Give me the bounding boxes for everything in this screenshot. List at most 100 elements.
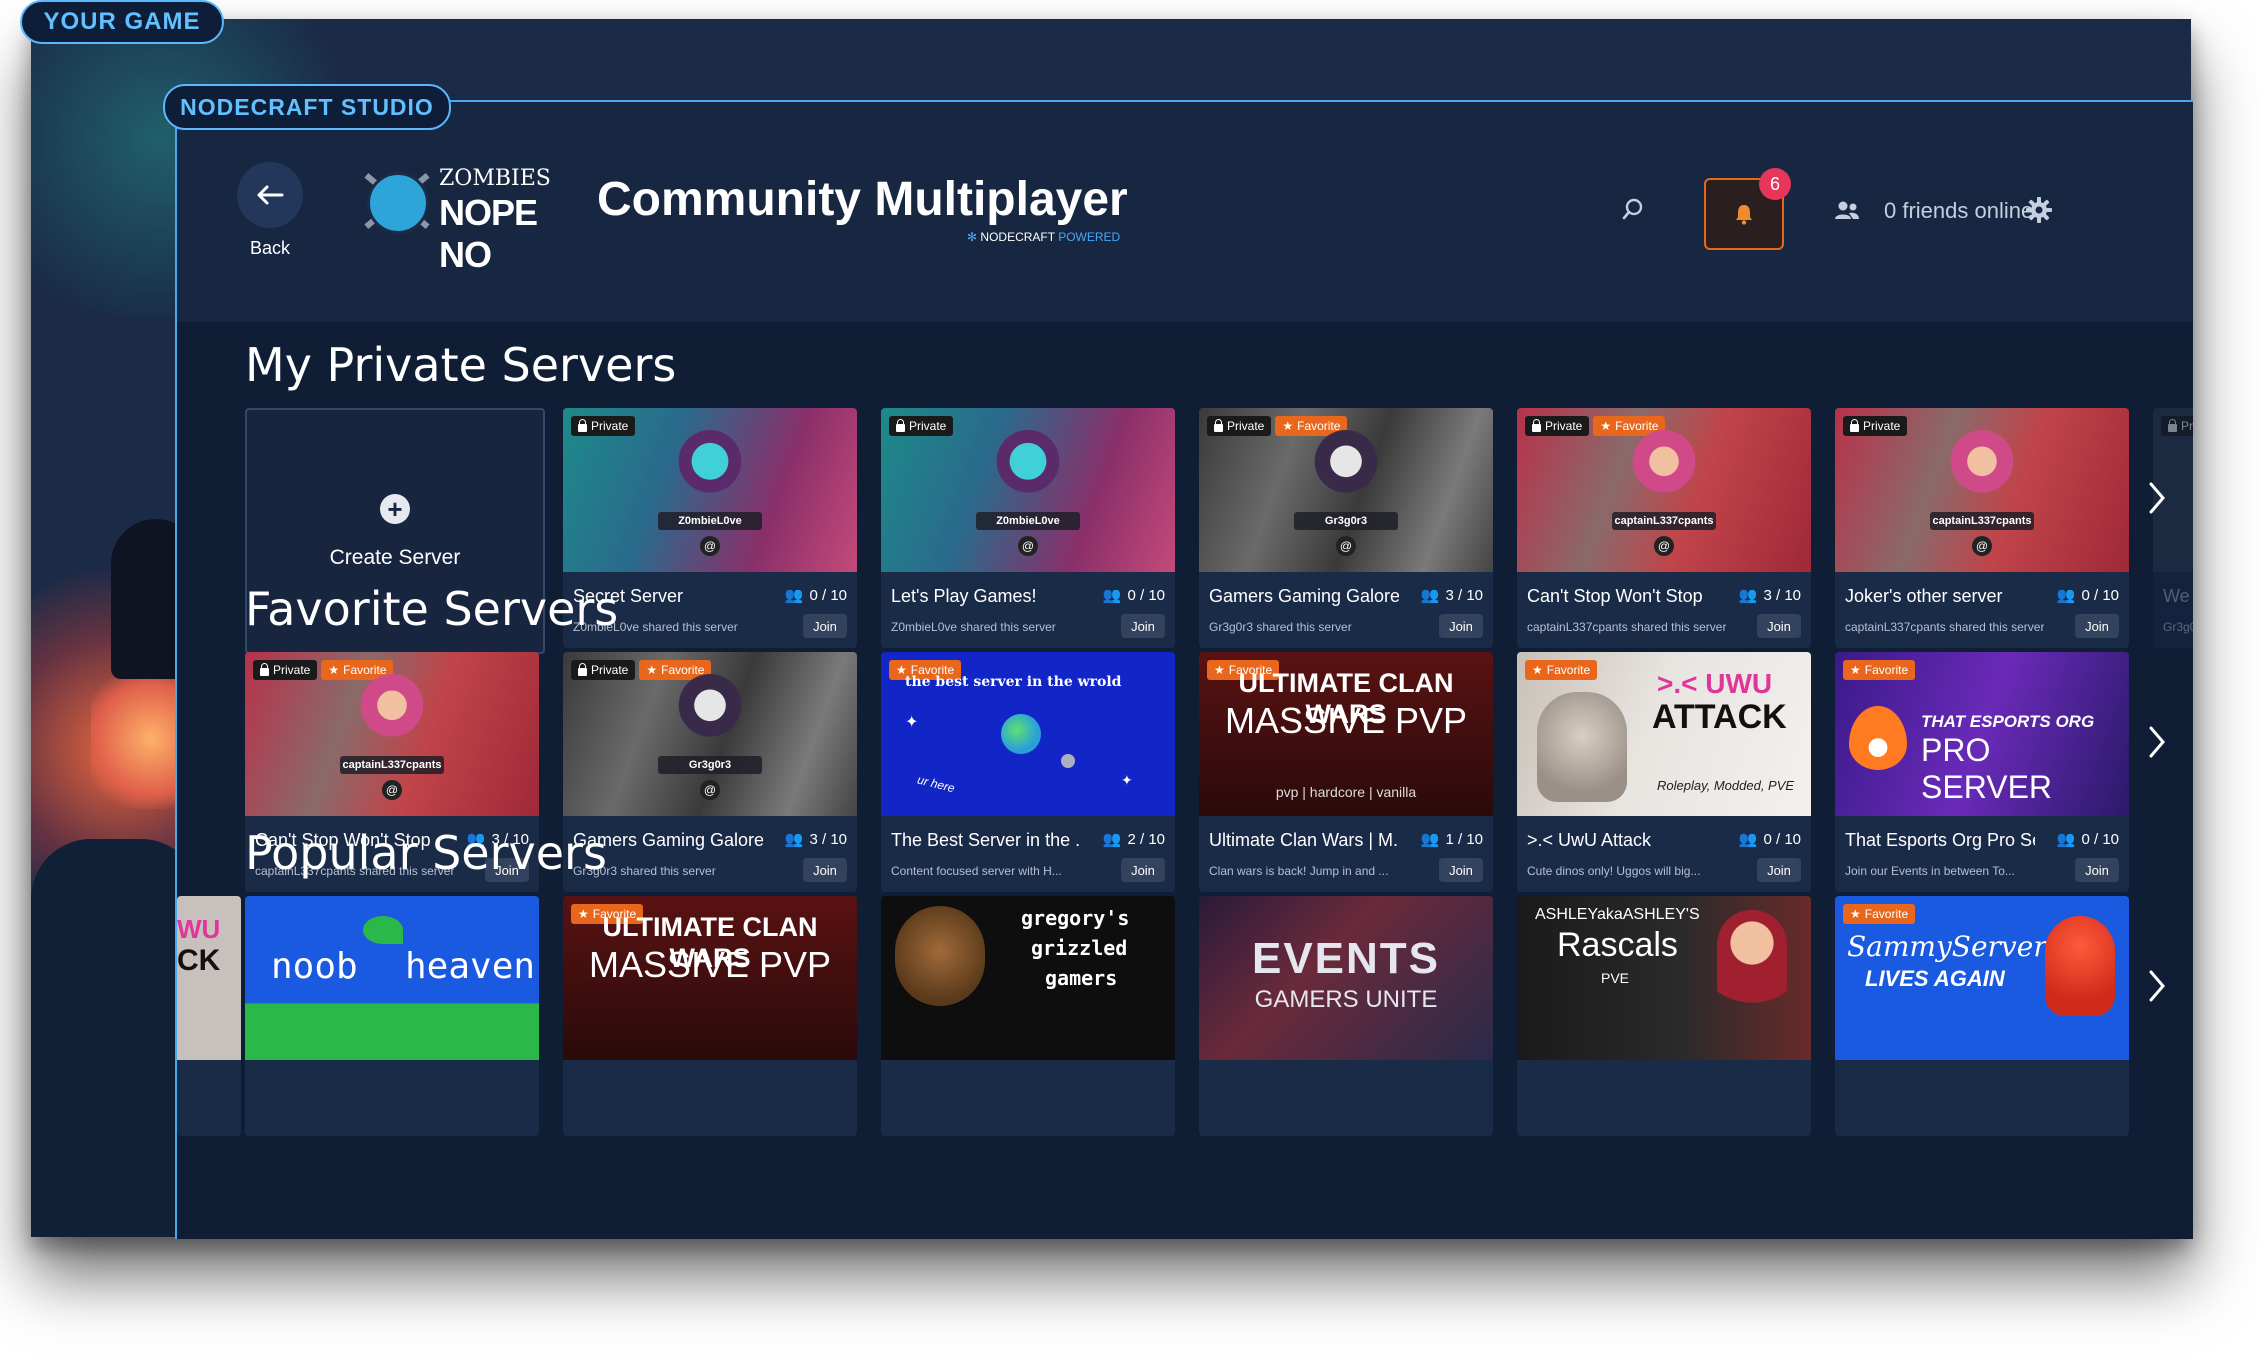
join-button[interactable]: Join: [1121, 858, 1165, 882]
server-card[interactable]: ★ Favorite ULTIMATE CLAN WARS MASSIVE PVP: [563, 896, 857, 1136]
private-label: Private: [1545, 419, 1583, 433]
thumbnail-tags: pvp | hardcore | vanilla: [1275, 784, 1417, 800]
server-name: The Best Server in the ...: [891, 830, 1081, 850]
page-title: Community Multiplayer: [597, 173, 1128, 226]
lock-icon: [260, 662, 269, 676]
server-subtitle: Gr3g0r3 shared this server: [1209, 620, 1352, 634]
join-button[interactable]: Join: [1757, 858, 1801, 882]
section-title-popular: Popular Servers: [245, 826, 607, 880]
server-card[interactable]: ASHLEYakaASHLEY'S Rascals PVE: [1517, 896, 1811, 1136]
join-button[interactable]: Join: [1121, 614, 1165, 638]
badge-row: Priva: [2161, 416, 2193, 436]
sprout-icon: [363, 916, 403, 944]
join-button[interactable]: Join: [1439, 614, 1483, 638]
server-card[interactable]: Private Z0mbieL0ve @ Let's Play Games! 👥…: [881, 408, 1175, 648]
server-card[interactable]: Private ★ Favorite Gr3g0r3 @ Gamers Gamin…: [563, 652, 857, 892]
game-logo[interactable]: ZOMBIES NOPE NO: [357, 162, 567, 275]
server-card[interactable]: gregory's grizzled gamers: [881, 896, 1175, 1136]
join-button[interactable]: Join: [803, 614, 847, 638]
join-button[interactable]: Join: [2075, 858, 2119, 882]
join-button[interactable]: Join: [803, 858, 847, 882]
back-button[interactable]: [237, 162, 303, 228]
chevron-right-icon: [2149, 726, 2165, 758]
player-count: 👥 3 / 10: [1421, 586, 1483, 605]
server-card-partial[interactable]: WU CK: [177, 896, 241, 1136]
badge-row: Private: [889, 416, 954, 436]
server-subtitle: captainL337cpants shared this server: [1527, 620, 1727, 634]
avatar-username: captainL337cpants: [340, 756, 444, 774]
server-card[interactable]: ★ Favorite the best server in the wrold u…: [881, 652, 1175, 892]
player-count-value: 3 / 10: [1763, 586, 1801, 604]
private-label: Private: [273, 663, 311, 677]
star-icon: ★: [1282, 419, 1294, 433]
avatar: [1950, 428, 2014, 502]
avatar: [1632, 428, 1696, 502]
player-count: 👥 0 / 10: [2057, 586, 2119, 605]
server-thumbnail: ★ Favorite the best server in the wrold u…: [881, 652, 1175, 816]
badge-row: ★ Favorite: [1843, 904, 1916, 924]
player-count: 👥 2 / 10: [1103, 830, 1165, 849]
server-name: >.< UwU Attack: [1527, 830, 1652, 850]
avatar: [360, 672, 424, 746]
server-thumbnail: Private ★ Favorite Gr3g0r3 @: [1199, 408, 1493, 572]
server-card[interactable]: ★ Favorite >.< UWU ATTACK Roleplay, Modde…: [1517, 652, 1811, 892]
server-card[interactable]: ★ Favorite SammyServers LIVES AGAIN: [1835, 896, 2129, 1136]
star-icon: ★: [328, 663, 340, 677]
server-thumbnail: Private captainL337cpants @: [1835, 408, 2129, 572]
join-button[interactable]: Join: [2075, 614, 2119, 638]
players-icon: 👥: [1102, 587, 1122, 604]
server-card[interactable]: Private ★ Favorite captainL337cpants @ Ca…: [1517, 408, 1811, 648]
section-title-favorites: Favorite Servers: [245, 582, 619, 636]
server-card[interactable]: Private ★ Favorite Gr3g0r3 @ Gamers Gamin…: [1199, 408, 1493, 648]
server-thumbnail: Private Z0mbieL0ve @: [881, 408, 1175, 572]
server-subtitle: Gr3g0r3: [2163, 620, 2193, 634]
server-subtitle: Content focused server with H...: [891, 864, 1062, 878]
your-game-tag: YOUR GAME: [20, 0, 224, 44]
private-badge: Private: [253, 660, 318, 680]
thumbnail-subtitle: GAMERS UNITE: [1254, 986, 1438, 1013]
scroll-right-button[interactable]: [2137, 712, 2177, 772]
server-card[interactable]: EVENTS GAMERS UNITE: [1199, 896, 1493, 1136]
avatar-username: Gr3g0r3: [658, 756, 762, 774]
player-count: 👥 0 / 10: [1739, 830, 1801, 849]
player-count: 👥 0 / 10: [2057, 830, 2119, 849]
server-subtitle: Z0mbieL0ve shared this server: [891, 620, 1056, 634]
private-badge: Private: [571, 416, 636, 436]
player-count-value: 0 / 10: [2081, 586, 2119, 604]
thumbnail-title: WU: [177, 914, 221, 944]
server-thumbnail: ★ Favorite >.< UWU ATTACK Roleplay, Modde…: [1517, 652, 1811, 816]
server-subtitle: captainL337cpants shared this server: [1845, 620, 2045, 634]
gear-icon[interactable]: [2025, 196, 2053, 224]
server-card[interactable]: ★ Favorite ULTIMATE CLAN WARS MASSIVE PVP…: [1199, 652, 1493, 892]
friends-online-status[interactable]: 0 friends online: [1884, 198, 2033, 224]
join-button[interactable]: Join: [1757, 614, 1801, 638]
star-icon: ★: [646, 663, 658, 677]
server-card[interactable]: ★ Favorite THAT ESPORTS ORG PRO SERVER Th…: [1835, 652, 2129, 892]
scroll-right-button[interactable]: [2137, 468, 2177, 528]
scroll-right-button[interactable]: [2137, 956, 2177, 1016]
search-icon[interactable]: [1622, 198, 1644, 220]
badge-row: Private: [571, 416, 636, 436]
plus-icon: +: [380, 494, 410, 524]
server-name: Let's Play Games!: [891, 586, 1037, 606]
thumbnail-title: noob: [271, 946, 358, 987]
join-button[interactable]: Join: [1439, 858, 1483, 882]
player-count: 👥 1 / 10: [1421, 830, 1483, 849]
player-count-value: 0 / 10: [1763, 830, 1801, 848]
server-card[interactable]: Private captainL337cpants @ Joker's othe…: [1835, 408, 2129, 648]
server-name: Ultimate Clan Wars | M...: [1209, 830, 1399, 850]
server-card-partial[interactable]: Priva We Bui Gr3g0r3: [2153, 408, 2193, 648]
players-icon: 👥: [1738, 587, 1758, 604]
private-label: Private: [1227, 419, 1265, 433]
at-icon: @: [700, 780, 720, 800]
bell-icon: [1736, 205, 1752, 225]
player-count: 👥 3 / 10: [785, 830, 847, 849]
private-badge: Private: [1207, 416, 1272, 436]
server-thumbnail: WU CK: [177, 896, 241, 1060]
player-count-value: 0 / 10: [1127, 586, 1165, 604]
private-label: Private: [591, 663, 629, 677]
thumbnail-tags: Roleplay, Modded, PVE: [1657, 778, 1795, 793]
server-card[interactable]: noob heaven: [245, 896, 539, 1136]
thumbnail-title: >.< UWU: [1657, 668, 1773, 699]
favorite-label: Favorite: [1864, 907, 1909, 921]
